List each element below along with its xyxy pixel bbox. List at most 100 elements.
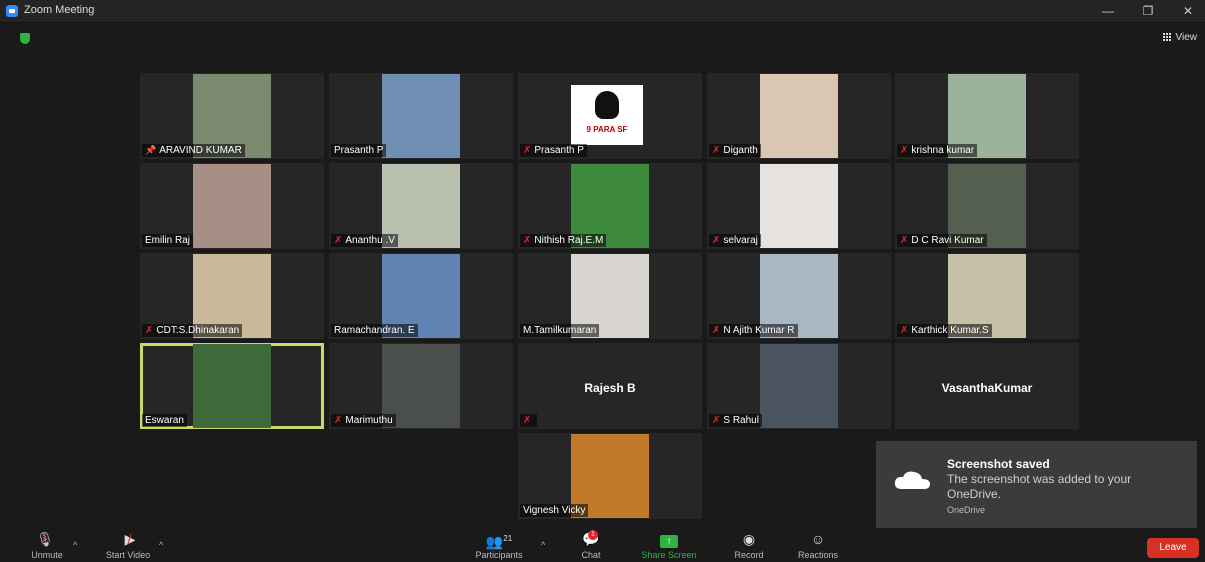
- participant-tile[interactable]: Ramachandran. E: [329, 253, 513, 339]
- participant-tile[interactable]: M.Tamilkumaran: [518, 253, 702, 339]
- restore-button[interactable]: ❐: [1131, 2, 1165, 20]
- participant-name: Prasanth P: [334, 145, 384, 156]
- participant-tile[interactable]: ✗ Karthick Kumar.S: [895, 253, 1079, 339]
- participant-tile[interactable]: ✗ N Ajith Kumar R: [707, 253, 891, 339]
- share-screen-icon: ↑: [634, 530, 704, 548]
- participant-tile[interactable]: ✗ S Rahul: [707, 343, 891, 429]
- participant-name-label: Eswaran: [142, 414, 187, 427]
- participant-name: D C Ravi Kumar: [911, 235, 984, 246]
- participant-name: Ramachandran. E: [334, 325, 415, 336]
- video-options-caret[interactable]: ^: [159, 540, 163, 550]
- record-button[interactable]: ◉ Record: [729, 530, 769, 560]
- participant-name: Ananthu .V: [345, 235, 395, 246]
- participant-name-label: ✗ Marimuthu: [331, 414, 396, 427]
- pin-icon: 📌: [145, 145, 157, 155]
- participant-video: [382, 74, 460, 158]
- participants-caret[interactable]: ^: [541, 540, 545, 550]
- participants-label: Participants: [475, 550, 523, 560]
- close-button[interactable]: ✕: [1171, 2, 1205, 20]
- participant-name-label: ✗ Ananthu .V: [331, 234, 398, 247]
- participant-name: Karthick Kumar.S: [911, 325, 989, 336]
- participant-display-name: VasanthaKumar: [941, 381, 1033, 395]
- minimize-button[interactable]: —: [1091, 2, 1125, 20]
- participant-name-label: Prasanth P: [331, 144, 387, 157]
- participant-name-label: ✗ krishna kumar: [897, 144, 978, 157]
- participant-name: ARAVIND KUMAR: [159, 145, 242, 156]
- participant-tile[interactable]: ✗ Marimuthu: [329, 343, 513, 429]
- share-screen-label: Share Screen: [641, 550, 697, 560]
- muted-mic-icon: ✗: [712, 145, 721, 156]
- onedrive-cloud-icon: [894, 471, 930, 489]
- participant-video: 9 PARA SF: [571, 85, 643, 145]
- participant-video: [760, 74, 838, 158]
- participants-button[interactable]: 👥21 Participants: [469, 530, 529, 560]
- muted-mic-icon: ✗: [900, 145, 909, 156]
- leave-button[interactable]: Leave: [1147, 538, 1199, 558]
- participant-name-label: ✗ S Rahul: [709, 414, 762, 427]
- participant-display-name: Rajesh B: [584, 381, 636, 395]
- view-button[interactable]: View: [1162, 32, 1197, 43]
- reactions-button[interactable]: ☺ Reactions: [793, 530, 843, 560]
- zoom-app-icon: [6, 5, 18, 17]
- muted-mic-icon: ✗: [900, 235, 909, 246]
- muted-mic-icon: ✗: [900, 325, 909, 336]
- participants-icon: 👥21: [485, 533, 513, 550]
- participant-tile[interactable]: Emilin Raj: [140, 163, 324, 249]
- record-label: Record: [734, 550, 764, 560]
- participant-name-label: Ramachandran. E: [331, 324, 418, 337]
- participant-name-label: M.Tamilkumaran: [520, 324, 600, 337]
- participant-tile[interactable]: Prasanth P: [329, 73, 513, 159]
- participant-tile[interactable]: Vignesh Vicky: [518, 433, 702, 519]
- toast-message: The screenshot was added to your OneDriv…: [947, 472, 1132, 501]
- participant-name: Eswaran: [145, 415, 184, 426]
- participant-tile[interactable]: Eswaran: [140, 343, 324, 429]
- participant-tile[interactable]: VasanthaKumar: [895, 343, 1079, 429]
- muted-mic-icon: ✗: [334, 415, 343, 426]
- participant-name-label: ✗ Karthick Kumar.S: [897, 324, 992, 337]
- participant-name: Emilin Raj: [145, 235, 191, 246]
- participant-tile[interactable]: ✗ Diganth: [707, 73, 891, 159]
- participant-tile[interactable]: 📌 ARAVIND KUMAR: [140, 73, 324, 159]
- toast-title: Screenshot saved: [947, 457, 1050, 471]
- participant-name-label: 📌 ARAVIND KUMAR: [142, 144, 245, 157]
- participant-name: CDT:S.Dhinakaran: [156, 325, 240, 336]
- encryption-shield-icon[interactable]: [20, 33, 30, 44]
- chat-label: Chat: [581, 550, 601, 560]
- participant-video: [193, 344, 271, 428]
- skull-logo-icon: [595, 91, 619, 119]
- participant-name-label: ✗ D C Ravi Kumar: [897, 234, 987, 247]
- muted-mic-icon: ✗: [145, 325, 154, 336]
- reactions-icon: ☺: [810, 531, 826, 547]
- participant-name: Nithish Raj.E.M: [534, 235, 604, 246]
- audio-options-caret[interactable]: ^: [73, 540, 77, 550]
- unmute-button[interactable]: 🎙/ Unmute: [27, 530, 67, 560]
- start-video-button[interactable]: ▶/ Start Video: [100, 530, 156, 560]
- chat-button[interactable]: 💬 1 Chat: [576, 530, 606, 560]
- muted-mic-icon: ✗: [712, 235, 721, 246]
- participant-video: [193, 164, 271, 248]
- participant-name: N Ajith Kumar R: [723, 325, 795, 336]
- participant-name-label: ✗ Diganth: [709, 144, 761, 157]
- participant-name-label: ✗ CDT:S.Dhinakaran: [142, 324, 243, 337]
- participant-video: [760, 344, 838, 428]
- grid-icon: [1162, 33, 1172, 41]
- participant-tile[interactable]: Rajesh B ✗: [518, 343, 702, 429]
- participant-tile[interactable]: ✗ selvaraj: [707, 163, 891, 249]
- participant-name: Prasanth P: [534, 145, 584, 156]
- reactions-label: Reactions: [797, 550, 839, 560]
- participant-tile[interactable]: ✗ Nithish Raj.E.M: [518, 163, 702, 249]
- muted-mic-icon: ✗: [523, 235, 532, 246]
- participant-name: Vignesh Vicky: [523, 505, 586, 516]
- participant-tile[interactable]: 9 PARA SF ✗ Prasanth P: [518, 73, 702, 159]
- participant-name-label: Vignesh Vicky: [520, 504, 589, 517]
- unit-logo-text: 9 PARA SF: [586, 125, 628, 134]
- share-screen-button[interactable]: ↑ Share Screen: [634, 530, 704, 560]
- participant-tile[interactable]: ✗ Ananthu .V: [329, 163, 513, 249]
- participant-tile[interactable]: ✗ krishna kumar: [895, 73, 1079, 159]
- screenshot-toast[interactable]: Screenshot saved The screenshot was adde…: [876, 441, 1197, 529]
- participant-tile[interactable]: ✗ CDT:S.Dhinakaran: [140, 253, 324, 339]
- meeting-toolbar: 🎙/ Unmute ^ ▶/ Start Video ^ 👥21 Partici…: [0, 528, 1205, 562]
- participant-name: Diganth: [723, 145, 758, 156]
- participant-tile[interactable]: ✗ D C Ravi Kumar: [895, 163, 1079, 249]
- participant-name-label: ✗ Prasanth P: [520, 144, 587, 157]
